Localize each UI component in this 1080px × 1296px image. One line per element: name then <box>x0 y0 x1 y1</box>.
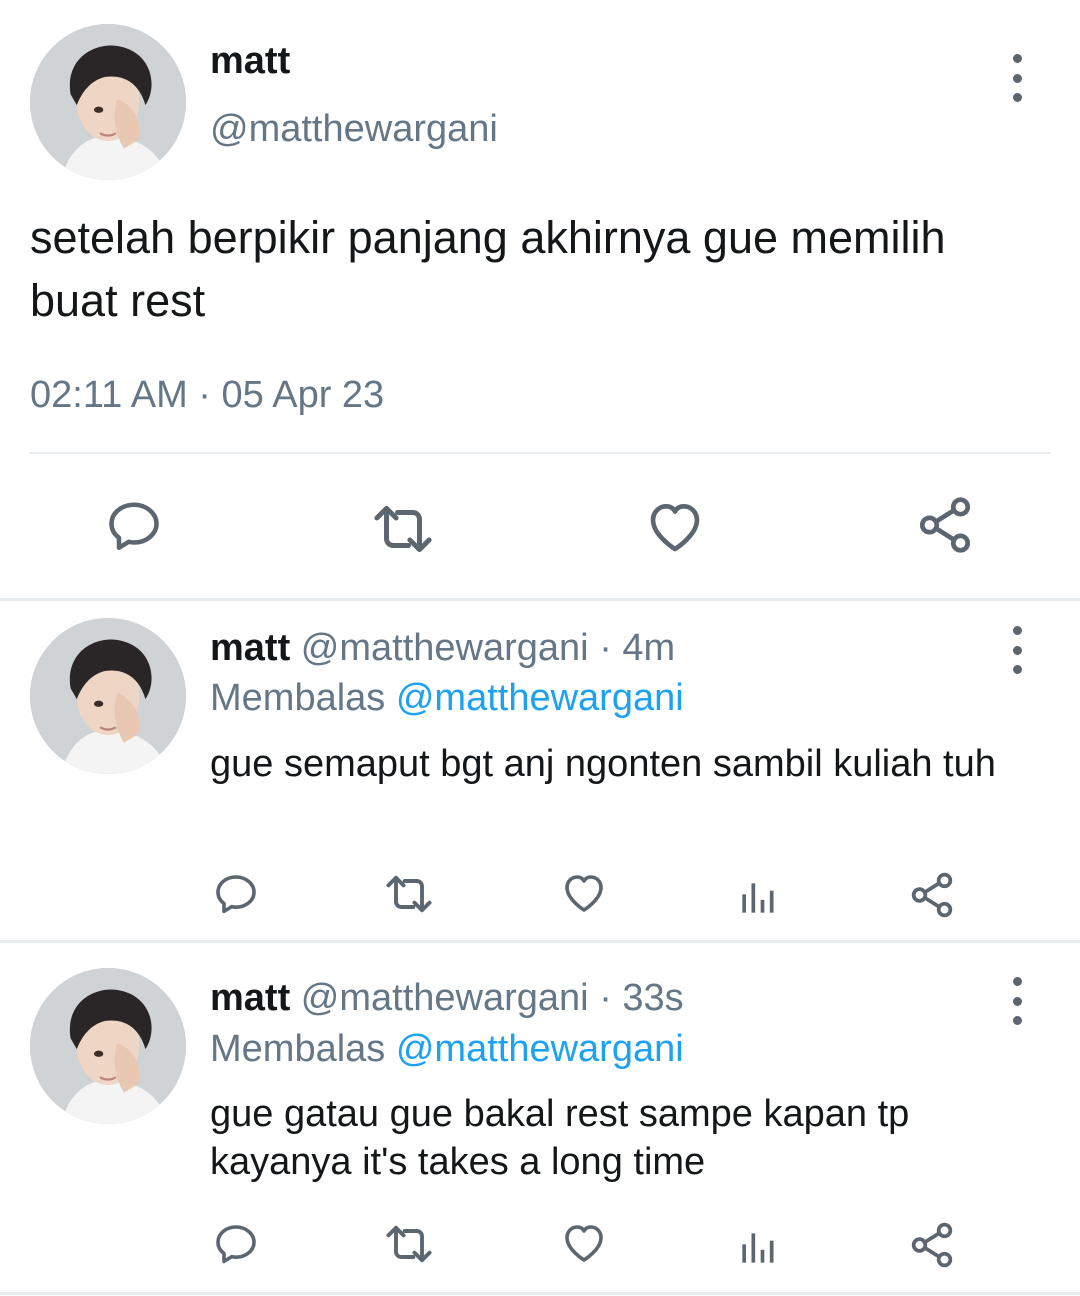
divider <box>0 598 1080 601</box>
heart-icon[interactable] <box>560 869 608 917</box>
reply-header: matt @matthewargani · 33s <box>210 977 684 1020</box>
reply-header: matt @matthewargani · 4m <box>210 627 675 670</box>
avatar[interactable] <box>30 618 186 774</box>
separator-dot: · <box>599 627 623 669</box>
share-icon[interactable] <box>907 870 957 920</box>
author-name[interactable]: matt <box>210 977 290 1019</box>
divider <box>0 1292 1080 1295</box>
reply-text: gue gatau gue bakal rest sampe kapan tp … <box>210 1093 910 1183</box>
author-name[interactable]: matt <box>210 40 290 83</box>
analytics-icon[interactable] <box>735 1226 779 1270</box>
retweet-icon[interactable] <box>370 496 436 562</box>
author-handle[interactable]: @matthewargani <box>301 627 589 669</box>
author-handle[interactable]: @matthewargani <box>301 977 589 1019</box>
divider <box>0 940 1080 943</box>
replying-to: Membalas @matthewargani <box>210 677 684 720</box>
replying-label: Membalas <box>210 1028 386 1070</box>
retweet-icon[interactable] <box>383 868 435 920</box>
analytics-icon[interactable] <box>735 876 779 920</box>
mention-link[interactable]: @matthewargani <box>396 677 684 719</box>
more-vertical-icon[interactable] <box>1007 977 1027 1025</box>
avatar[interactable] <box>30 24 186 180</box>
retweet-icon[interactable] <box>383 1218 435 1270</box>
replying-to: Membalas @matthewargani <box>210 1028 684 1071</box>
heart-icon[interactable] <box>560 1219 608 1267</box>
reply-age: 4m <box>622 627 676 669</box>
reply-icon[interactable] <box>212 1220 260 1268</box>
more-vertical-icon[interactable] <box>1007 626 1027 674</box>
tweet-timestamp[interactable]: 02:11 AM · 05 Apr 23 <box>30 374 384 417</box>
replying-label: Membalas <box>210 677 386 719</box>
more-vertical-icon[interactable] <box>1007 54 1027 102</box>
author-handle[interactable]: @matthewargani <box>210 108 498 151</box>
share-icon[interactable] <box>914 494 976 556</box>
separator-dot: · <box>599 977 623 1019</box>
share-icon[interactable] <box>907 1220 957 1270</box>
avatar[interactable] <box>30 968 186 1124</box>
tweet-text: setelah berpikir panjang akhirnya gue me… <box>30 212 946 326</box>
reply-age: 33s <box>622 977 684 1019</box>
reply-icon[interactable] <box>104 496 164 556</box>
author-name[interactable]: matt <box>210 627 290 669</box>
heart-icon[interactable] <box>644 496 706 558</box>
mention-link[interactable]: @matthewargani <box>396 1028 684 1070</box>
divider <box>30 452 1050 454</box>
reply-text: gue semaput bgt anj ngonten sambil kulia… <box>210 743 996 785</box>
reply-icon[interactable] <box>212 870 260 918</box>
